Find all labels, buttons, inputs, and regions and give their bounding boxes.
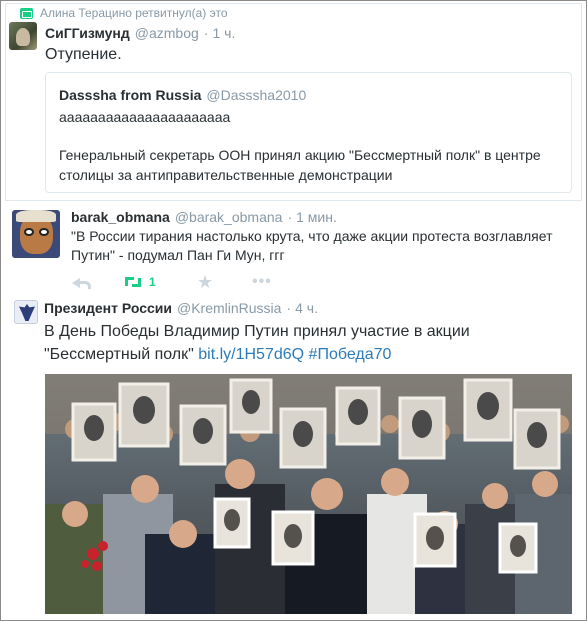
star-icon: ★ bbox=[197, 272, 214, 292]
retweet-count: 1 bbox=[149, 275, 156, 289]
tweet-link[interactable]: bit.ly/1H57d6Q bbox=[198, 346, 304, 363]
avatar[interactable] bbox=[14, 300, 38, 324]
retweet-note: Алина Терацино ретвитнул(а) это bbox=[20, 5, 228, 21]
quoted-tweet[interactable]: Dasssha from Russia @Dasssha2010 аааааааа… bbox=[45, 72, 572, 193]
author-name[interactable]: СиГГизмунд bbox=[45, 25, 130, 41]
reply-icon bbox=[72, 276, 91, 289]
separator-dot: · bbox=[286, 300, 292, 316]
tweet-photo[interactable] bbox=[45, 374, 572, 614]
quoted-author-handle: @Dasssha2010 bbox=[206, 87, 307, 103]
author-name[interactable]: barak_obmana bbox=[71, 209, 170, 225]
tweet-text: "В России тирания настолько крута, что д… bbox=[71, 228, 553, 263]
retweet-note-text: Алина Терацино ретвитнул(а) это bbox=[40, 6, 228, 20]
reply-button[interactable] bbox=[72, 273, 91, 291]
quoted-header: Dasssha from Russia @Dasssha2010 bbox=[59, 87, 306, 103]
tweet-text: Отупение. bbox=[45, 46, 122, 63]
more-icon: ••• bbox=[252, 273, 272, 290]
author-handle[interactable]: @azmbog bbox=[135, 25, 199, 41]
author-handle[interactable]: @barak_obmana bbox=[175, 209, 283, 225]
crowd-photo-image bbox=[45, 374, 572, 614]
avatar-figure bbox=[16, 28, 30, 46]
avatar-eye bbox=[24, 228, 34, 236]
quoted-text-paragraph: Генеральный секретарь ООН принял акцию "… bbox=[59, 147, 541, 183]
avatar[interactable] bbox=[9, 22, 37, 50]
quoted-text-line: аааааааааааааааааааааа bbox=[59, 109, 231, 125]
retweet-icon bbox=[123, 275, 143, 289]
author-name[interactable]: Президент России bbox=[44, 300, 172, 316]
tweet-header: barak_obmana @barak_obmana · 1 мин. bbox=[71, 209, 337, 225]
tweet-time[interactable]: 1 ч. bbox=[212, 25, 235, 41]
retweet-icon bbox=[20, 7, 33, 19]
hashtag-link[interactable]: #Победа70 bbox=[309, 346, 392, 363]
separator-dot: · bbox=[287, 209, 293, 225]
avatar[interactable] bbox=[12, 210, 60, 258]
tweet-time[interactable]: 1 мин. bbox=[296, 209, 337, 225]
tweet-header: СиГГизмунд @azmbog · 1 ч. bbox=[45, 25, 235, 41]
favorite-button[interactable]: ★ bbox=[197, 273, 213, 291]
avatar-eye bbox=[39, 228, 49, 236]
quoted-author-name: Dasssha from Russia bbox=[59, 87, 202, 103]
more-button[interactable]: ••• bbox=[252, 273, 272, 291]
retweet-button[interactable]: 1 bbox=[123, 273, 156, 291]
separator-dot: · bbox=[203, 25, 209, 41]
author-handle[interactable]: @KremlinRussia bbox=[177, 300, 281, 316]
tweet-text: В День Победы Владимир Путин принял учас… bbox=[44, 320, 574, 366]
eagle-emblem-icon bbox=[19, 304, 35, 321]
avatar-hair bbox=[16, 210, 56, 222]
tweet-time[interactable]: 4 ч. bbox=[295, 300, 318, 316]
tweet-header: Президент России @KremlinRussia · 4 ч. bbox=[44, 300, 318, 316]
